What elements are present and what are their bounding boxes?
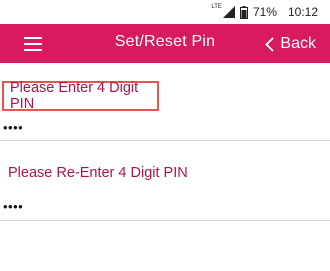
battery-icon: [239, 5, 248, 19]
signal-icon: [222, 6, 235, 18]
status-icons: LTE 71% 10:12: [211, 3, 318, 21]
clock: 10:12: [287, 5, 318, 19]
divider: [0, 220, 330, 221]
confirm-pin-input[interactable]: ••••: [3, 199, 23, 214]
back-button[interactable]: Back: [265, 33, 316, 55]
pin-input[interactable]: ••••: [3, 120, 23, 135]
chevron-left-icon: [265, 36, 275, 52]
status-bar: LTE 71% 10:12: [0, 0, 330, 24]
battery-percent: 71%: [252, 5, 277, 19]
divider: [0, 140, 330, 141]
confirm-pin-label: Please Re-Enter 4 Digit PIN: [8, 165, 188, 181]
pin-label: Please Enter 4 Digit PIN: [2, 80, 159, 112]
back-label: Back: [280, 35, 316, 52]
app-bar: Set/Reset Pin Back: [0, 24, 330, 63]
network-type: LTE: [211, 4, 222, 10]
